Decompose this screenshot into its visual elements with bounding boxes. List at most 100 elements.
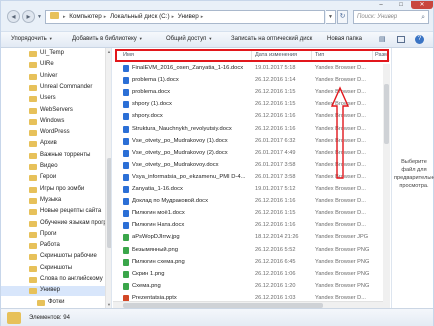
sidebar-item-label: Герои — [40, 174, 57, 181]
sidebar-item[interactable]: Универ — [1, 286, 105, 297]
folder-icon — [29, 231, 37, 238]
sidebar-item[interactable]: Герои — [1, 173, 105, 183]
sidebar-scrollbar[interactable]: ▲ ▼ — [105, 48, 111, 308]
folder-icon — [29, 277, 37, 283]
new-folder-button[interactable]: Новая папка — [327, 36, 362, 42]
status-bar: Элементов: 94 — [1, 308, 433, 326]
close-button[interactable]: ✕ — [411, 1, 433, 9]
sidebar-item[interactable]: Работа — [1, 241, 105, 251]
folder-icon — [37, 299, 45, 306]
item-count: Элементов: 94 — [29, 315, 70, 321]
sidebar-item[interactable]: Обучение языкам прогр — [1, 219, 107, 229]
preview-placeholder-text: Выберите файл для предварительного просм… — [394, 159, 434, 189]
sidebar-item-label: Музыка — [40, 196, 62, 203]
sidebar-item-label: Слова по английскому — [40, 276, 103, 282]
sidebar-item-label: WordPress — [40, 129, 70, 136]
folder-icon — [29, 288, 37, 295]
search-input[interactable]: Поиск: Универ ⌕ — [353, 10, 429, 24]
folder-icon — [29, 209, 37, 216]
refresh-icon[interactable]: ↻ — [337, 10, 348, 24]
sidebar-item-label: UI_Temp — [40, 50, 65, 56]
sidebar-item[interactable]: Unreal Commander — [1, 83, 105, 93]
file-list: Имя Дата изменения Тип Разм FinalEVM_201… — [113, 48, 390, 308]
file-list-scrollbar[interactable] — [383, 64, 390, 308]
sidebar-item[interactable]: Новые рецепты сайта — [1, 207, 105, 217]
breadcrumb-univer[interactable]: Универ — [178, 13, 199, 20]
sidebar-item[interactable]: Важные торренты — [1, 151, 105, 161]
folder-icon — [29, 152, 37, 159]
sidebar-item-label: Работа — [40, 242, 60, 249]
sidebar-item-label: Users — [40, 95, 56, 102]
sidebar-item[interactable]: Univer — [1, 72, 105, 82]
folder-icon — [29, 107, 37, 114]
sidebar-item[interactable]: UI_Temp — [1, 49, 105, 59]
explorer-window: ◂ ▸ ▼ ▸ Компьютер ▸ Локальный диск (C:) ▸ … — [0, 0, 434, 326]
sidebar-item[interactable]: Скриншоты — [1, 264, 105, 274]
sidebar-item-label: Архив — [40, 140, 57, 147]
search-icon: ⌕ — [421, 14, 425, 21]
sidebar-item-label: WebServers — [40, 106, 73, 113]
share-button[interactable]: Общий доступ ▼ — [166, 36, 212, 42]
sidebar-item-label: Обучение языкам прогр — [40, 219, 107, 226]
sidebar-scroll-thumb[interactable] — [107, 158, 111, 248]
sidebar-item-label: Фотки — [48, 298, 65, 305]
folder-icon — [29, 51, 37, 57]
sidebar-item-label: Unreal Commander — [40, 83, 93, 90]
sidebar-item[interactable]: Скриншоты рабочие — [1, 252, 105, 262]
sidebar-item-label: Новые рецепты сайта — [40, 208, 102, 215]
sidebar-item[interactable]: WebServers — [1, 106, 105, 116]
maximize-button[interactable]: □ — [391, 1, 411, 9]
folder-icon — [29, 62, 37, 69]
burn-button[interactable]: Записать на оптический диск — [231, 36, 312, 42]
sidebar-item[interactable]: Архив — [1, 139, 105, 149]
sidebar-item[interactable]: Игры про зомби — [1, 185, 105, 195]
breadcrumb-computer[interactable]: Компьютер — [69, 13, 102, 20]
sidebar-item[interactable]: Windows — [1, 117, 105, 127]
horizontal-scrollbar[interactable] — [113, 301, 383, 308]
folder-icon — [29, 130, 37, 137]
sidebar-item-label: Универ — [40, 287, 61, 294]
organize-button[interactable]: Упорядочить ▼ — [11, 36, 53, 42]
folder-icon — [29, 141, 37, 148]
back-arrow-icon[interactable]: ◂ — [7, 10, 20, 23]
sidebar-item[interactable]: Видео — [1, 162, 105, 172]
folder-icon — [29, 265, 37, 272]
folder-icon — [7, 312, 21, 324]
sidebar-item[interactable]: WordPress — [1, 128, 105, 138]
folder-icon — [29, 73, 37, 80]
scroll-down-icon[interactable]: ▼ — [107, 302, 111, 307]
history-chevron-down-icon[interactable]: ▼ — [37, 14, 42, 20]
forward-arrow-icon[interactable]: ▸ — [22, 10, 35, 23]
sidebar-item[interactable]: Слова по английскому — [1, 275, 105, 285]
navigation-pane: UI_Temp UIRe Univer Unreal Commander Users We… — [1, 48, 112, 308]
sidebar-item-label: Скриншоты рабочие — [40, 253, 97, 260]
file-list-scroll-thumb[interactable] — [384, 84, 389, 144]
sidebar-item[interactable]: UIRe — [1, 60, 105, 70]
sidebar-item[interactable]: Проги — [1, 230, 105, 240]
folder-icon — [29, 254, 37, 261]
minimize-button[interactable]: – — [371, 1, 391, 9]
arrow-body — [330, 86, 350, 179]
chevron-down-icon: ▼ — [138, 36, 143, 41]
address-dropdown-icon[interactable]: ▼ — [326, 10, 336, 24]
preview-pane-icon[interactable] — [397, 36, 405, 43]
scroll-up-icon[interactable]: ▲ — [107, 49, 111, 54]
folder-icon — [29, 243, 37, 250]
sidebar-item-label: Univer — [40, 72, 58, 79]
sidebar-item[interactable]: Users — [1, 94, 105, 104]
sidebar-item[interactable]: Фотки — [1, 298, 105, 308]
address-bar[interactable]: ▸ Компьютер ▸ Локальный диск (C:) ▸ Универ… — [45, 10, 325, 24]
address-row: ◂ ▸ ▼ ▸ Компьютер ▸ Локальный диск (C:) ▸ … — [1, 1, 433, 32]
sidebar-item-label: Проги — [40, 230, 57, 237]
add-to-library-button[interactable]: Добавить в библиотеку ▼ — [72, 36, 143, 42]
toolbar: Упорядочить ▼ Добавить в библиотеку ▼ Общи… — [1, 32, 433, 48]
sidebar-item-label: Видео — [40, 163, 58, 169]
folder-icon — [29, 164, 37, 170]
breadcrumb-local-disk[interactable]: Локальный диск (C:) — [110, 13, 170, 20]
search-placeholder: Поиск: Универ — [357, 14, 398, 20]
sidebar-item[interactable]: Музыка — [1, 196, 105, 206]
sidebar-item-label: Игры про зомби — [40, 185, 85, 192]
help-icon[interactable]: ? — [415, 35, 424, 44]
sidebar-item-label: Важные торренты — [40, 151, 91, 158]
view-options-icon[interactable]: ▤ — [379, 35, 386, 43]
